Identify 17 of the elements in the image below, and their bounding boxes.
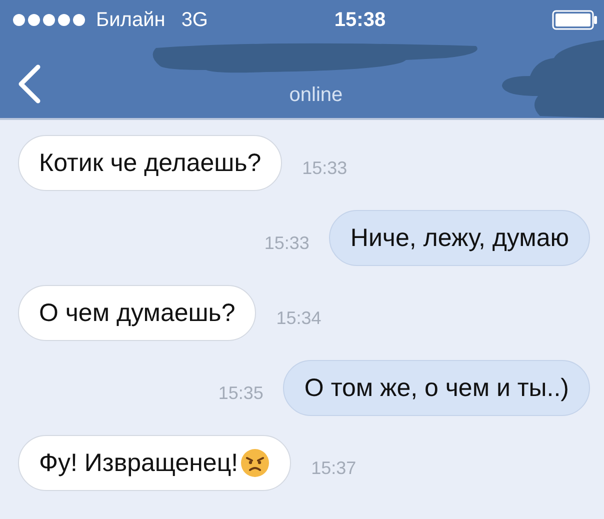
message-text: Котик че делаешь?	[39, 148, 262, 178]
back-icon[interactable]	[16, 64, 42, 104]
message-time: 15:33	[264, 232, 310, 254]
message-time: 15:33	[302, 158, 348, 178]
message-time: 15:37	[311, 458, 356, 478]
status-time: 15:38	[334, 8, 387, 32]
signal-icon	[12, 13, 88, 27]
message-text: О том же, о чем и ты..)	[304, 374, 569, 402]
network-type: 3G	[181, 8, 208, 32]
message-text: Фу! Извращенец!	[39, 448, 238, 478]
online-status: online	[289, 84, 343, 107]
message-time: 15:35	[218, 382, 264, 404]
message-time: 15:34	[276, 308, 322, 328]
message-text: О чем думаешь?	[39, 298, 236, 328]
message-text: Ниче, лежу, думаю	[350, 224, 569, 252]
carrier-name: Билайн	[96, 8, 166, 32]
battery-icon	[552, 10, 598, 30]
